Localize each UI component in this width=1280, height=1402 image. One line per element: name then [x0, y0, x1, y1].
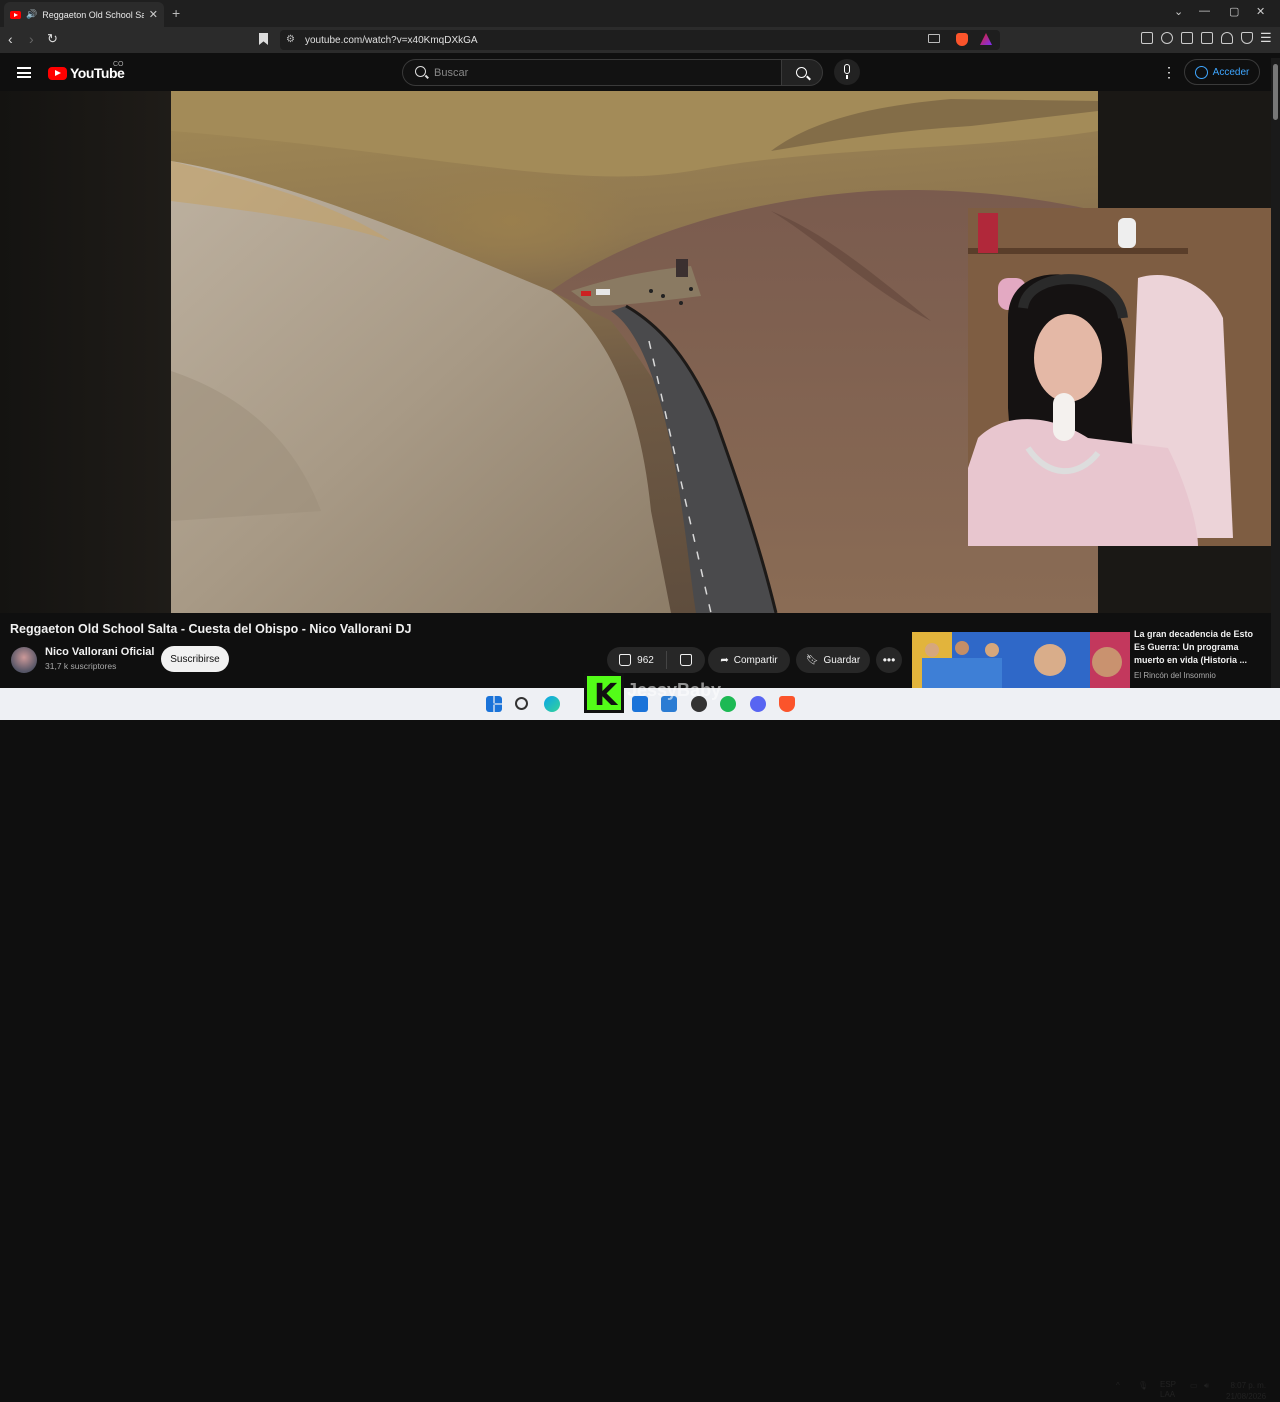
close-window-icon[interactable]: ✕: [1256, 5, 1265, 18]
brave-shields-icon[interactable]: [956, 33, 968, 46]
streamer-webcam: [968, 208, 1280, 546]
vpn-shield-icon[interactable]: [1241, 32, 1253, 44]
sidebar-icon[interactable]: [1181, 32, 1193, 44]
audio-playing-icon[interactable]: 🔊: [26, 9, 37, 20]
save-button[interactable]: 🔖︎ Guardar: [796, 647, 870, 673]
browser-toolbar: ‹ › ↻ ⚙ youtube.com/watch?v=x40KmqDXkGA …: [0, 27, 1280, 53]
back-icon[interactable]: ‹: [8, 31, 13, 47]
extensions-icon[interactable]: [1141, 32, 1153, 44]
share-label: Compartir: [733, 654, 778, 666]
clock-time: 8:07 p. m.: [1230, 1381, 1267, 1390]
country-code: CO: [113, 61, 124, 68]
system-clock[interactable]: 8:07 p. m. 21/08/2026: [1226, 1380, 1266, 1402]
bookmark-icon[interactable]: [259, 33, 268, 45]
search-button[interactable]: [781, 59, 823, 86]
browser-tab[interactable]: 🔊 Reggaeton Old School Salta ✕: [4, 2, 164, 27]
youtube-play-icon: [48, 66, 67, 80]
mountain-road-scene: [171, 91, 1098, 613]
thumbnail-image: [912, 632, 1130, 688]
webcam-overlay: [968, 208, 1280, 546]
tab-list-chevron-icon[interactable]: ⌄: [1174, 5, 1183, 18]
search-box[interactable]: [402, 59, 782, 86]
search-icon[interactable]: [515, 697, 528, 710]
sign-in-button[interactable]: Acceder: [1184, 59, 1260, 85]
recommended-video-title[interactable]: La gran decadencia de Esto Es Guerra: Un…: [1134, 628, 1264, 667]
cast-icon[interactable]: [928, 34, 940, 43]
search-icon: [796, 67, 807, 78]
dislike-button[interactable]: [667, 654, 705, 666]
discord-icon[interactable]: [750, 696, 766, 712]
language-indicator[interactable]: ESP LAA: [1160, 1380, 1176, 1400]
video-title: Reggaeton Old School Salta - Cuesta del …: [10, 622, 412, 636]
subscriber-count: 31,7 k suscriptores: [45, 661, 117, 671]
youtube-logo[interactable]: YouTube CO: [48, 61, 125, 81]
maximize-icon[interactable]: ▢: [1229, 5, 1239, 18]
channel-name[interactable]: Nico Vallorani Oficial: [45, 646, 154, 658]
clock-date: 21/08/2026: [1226, 1392, 1267, 1401]
leo-ai-icon[interactable]: [1221, 32, 1233, 44]
wallet-icon[interactable]: [1201, 32, 1213, 44]
address-bar[interactable]: ⚙ youtube.com/watch?v=x40KmqDXkGA: [280, 30, 1000, 50]
thumbs-down-icon: [680, 654, 692, 666]
more-actions-button[interactable]: •••: [876, 647, 902, 673]
video-player[interactable]: [0, 91, 1280, 613]
windows-start-icon[interactable]: [486, 696, 502, 712]
volume-icon[interactable]: 🔊︎: [1204, 1381, 1209, 1391]
thumbs-up-icon: [619, 654, 632, 666]
kick-letter: K: [594, 678, 618, 713]
url-text[interactable]: youtube.com/watch?v=x40KmqDXkGA: [305, 35, 478, 46]
tray-chevron-icon[interactable]: ^: [1116, 1381, 1120, 1390]
brave-browser-icon[interactable]: [779, 696, 795, 712]
network-icon[interactable]: ▭: [1190, 1381, 1198, 1390]
forward-icon[interactable]: ›: [29, 31, 34, 47]
recommended-video-channel[interactable]: El Rincón del Insomnio: [1134, 671, 1216, 680]
search-icon: [415, 66, 426, 77]
lang-bottom: LAA: [1160, 1390, 1176, 1399]
youtube-favicon-icon: [10, 10, 21, 19]
media-icon[interactable]: [1161, 32, 1173, 44]
spotify-icon[interactable]: [720, 696, 736, 712]
site-info-icon[interactable]: ⚙: [286, 34, 295, 45]
player-backdrop-left: [0, 91, 171, 613]
settings-more-icon[interactable]: ⋮: [1162, 65, 1176, 79]
close-tab-icon[interactable]: ✕: [149, 8, 158, 21]
search-input[interactable]: [434, 64, 764, 82]
youtube-header: YouTube CO ⋮ Acceder: [0, 53, 1280, 91]
lang-top: ESP: [1160, 1380, 1177, 1389]
like-dislike-group: 962: [607, 647, 705, 673]
sign-in-label: Acceder: [1212, 66, 1250, 78]
like-button[interactable]: 962: [607, 651, 667, 669]
microphone-icon[interactable]: 🎙︎: [1138, 1381, 1148, 1390]
like-count: 962: [637, 654, 654, 666]
edge-browser-icon[interactable]: [544, 696, 560, 712]
new-tab-icon[interactable]: +: [172, 5, 180, 21]
microphone-stand: [846, 75, 848, 79]
minimize-icon[interactable]: —: [1199, 5, 1210, 17]
brave-rewards-icon[interactable]: [980, 33, 992, 45]
tab-title: Reggaeton Old School Salta: [42, 9, 144, 20]
save-label: Guardar: [823, 654, 861, 666]
browser-tab-bar: 🔊 Reggaeton Old School Salta ✕ + ⌄ — ▢ ✕: [0, 0, 1280, 27]
page-scrollbar[interactable]: [1271, 58, 1280, 716]
account-icon: [1194, 65, 1208, 79]
kick-logo: K: [584, 673, 624, 713]
video-frame[interactable]: [171, 91, 1098, 613]
hamburger-menu-icon[interactable]: [17, 67, 31, 78]
recommended-video-thumbnail[interactable]: [912, 632, 1130, 688]
bookmark-icon: 🔖︎: [805, 654, 819, 666]
voice-search-button[interactable]: [834, 59, 860, 85]
microphone-icon: [844, 64, 850, 74]
share-icon: ➦: [720, 654, 729, 666]
share-button[interactable]: ➦ Compartir: [708, 647, 790, 673]
streamer-name-overlay: JessyBaby: [627, 680, 722, 700]
more-horizontal-icon: •••: [882, 653, 896, 667]
scrollbar-thumb[interactable]: [1273, 64, 1278, 120]
subscribe-button[interactable]: Suscribirse: [161, 646, 229, 672]
channel-avatar[interactable]: [11, 647, 37, 673]
reload-icon[interactable]: ↻: [47, 31, 58, 47]
browser-menu-icon[interactable]: ☰: [1260, 30, 1272, 46]
